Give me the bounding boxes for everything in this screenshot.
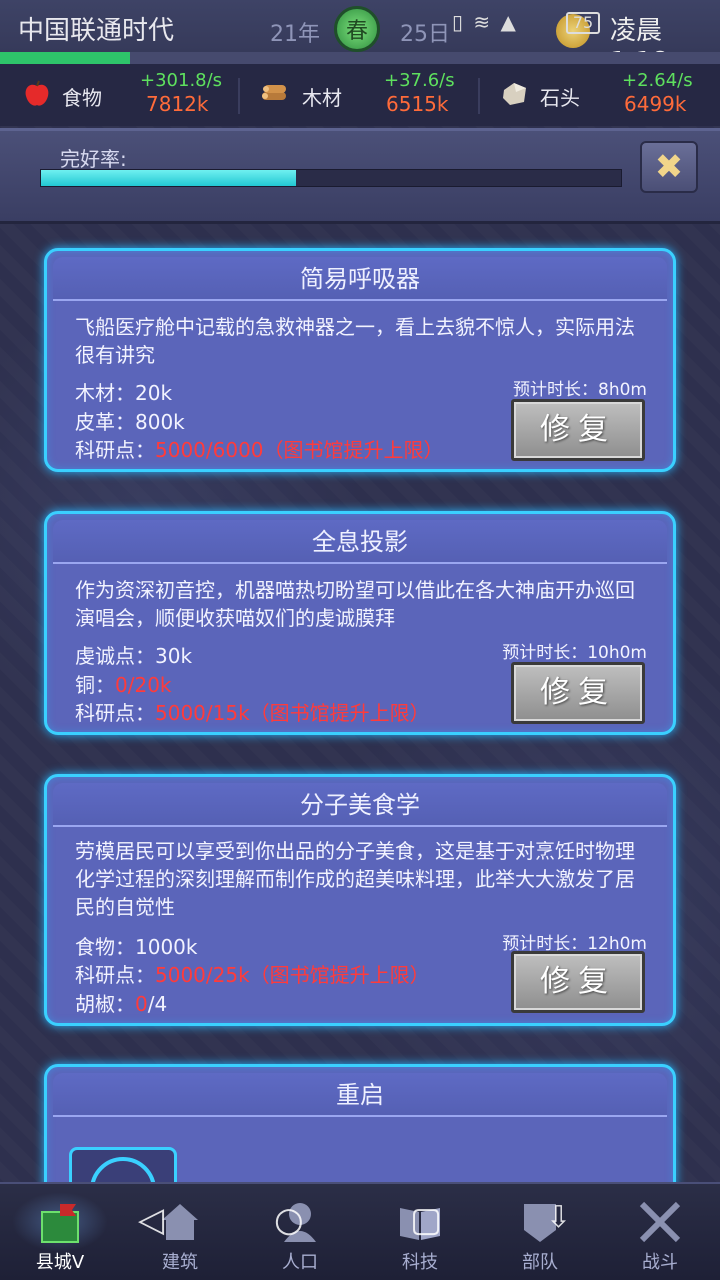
battle-icon bbox=[639, 1201, 681, 1243]
nav-label: 建筑 bbox=[162, 1252, 198, 1273]
integrity-fill bbox=[41, 170, 297, 186]
requirement-row: 科研点：5000/15k（图书馆提升上限） bbox=[75, 697, 430, 726]
recents-icon[interactable]: ▢ bbox=[410, 1200, 442, 1240]
status-bar: 中国联通时代 21年 春 25日 ▯ ≋ ▲ 75 凌晨1:18 bbox=[0, 0, 720, 77]
card-title: 重启 bbox=[53, 1073, 667, 1117]
game-progress-bar bbox=[0, 52, 720, 64]
nav-label: 部队 bbox=[522, 1252, 558, 1273]
resource-food: 食物 +301.8/s 7812k bbox=[0, 64, 240, 126]
resource-amount: 6515k bbox=[386, 92, 449, 116]
resource-wood: 木材 +37.6/s 6515k bbox=[240, 64, 480, 126]
close-button[interactable]: ✖ bbox=[640, 141, 698, 193]
signal-icons: ▯ ≋ ▲ bbox=[452, 10, 518, 34]
repair-card: 分子美食学 劳模居民可以享受到你出品的分子美食，这是基于对烹饪时物理化学过程的深… bbox=[44, 774, 676, 1026]
req-value: /4 bbox=[147, 992, 168, 1016]
repair-card: 简易呼吸器 飞船医疗舱中记载的急救神器之一，看上去貌不惊人，实际用法很有讲究 木… bbox=[44, 248, 676, 472]
requirement-row: 胡椒：0/4 bbox=[75, 988, 167, 1017]
card-title: 简易呼吸器 bbox=[53, 257, 667, 301]
bottom-navigation: 县城V 建筑 人口 科技 部队 战斗 bbox=[0, 1182, 720, 1280]
req-value: 800k bbox=[135, 410, 185, 434]
req-label: 科研点： bbox=[75, 701, 155, 725]
nav-label: 战斗 bbox=[642, 1252, 678, 1273]
req-value: 30k bbox=[155, 644, 193, 668]
repair-button[interactable]: 修复 bbox=[511, 662, 645, 724]
duration-label: 预计时长：8h0m bbox=[513, 380, 647, 400]
back-icon[interactable]: ◁ bbox=[138, 1200, 164, 1240]
requirement-row: 食物：1000k bbox=[75, 931, 197, 960]
close-icon: ✖ bbox=[654, 147, 684, 187]
nav-item-town[interactable]: 县城V bbox=[0, 1184, 120, 1280]
game-year: 21年 bbox=[270, 22, 320, 47]
resource-bar: 食物 +301.8/s 7812k 木材 +37.6/s 6515k 石头 +2… bbox=[0, 64, 720, 126]
integrity-bar bbox=[40, 169, 622, 187]
requirement-row: 科研点：5000/6000（图书馆提升上限） bbox=[75, 434, 444, 463]
nav-label: 人口 bbox=[282, 1252, 318, 1273]
requirement-row: 皮革：800k bbox=[75, 406, 185, 435]
requirement-row: 木材：20k bbox=[75, 377, 172, 406]
game-day: 25日 bbox=[400, 22, 450, 47]
req-label: 科研点： bbox=[75, 438, 155, 462]
repair-button[interactable]: 修复 bbox=[511, 951, 645, 1013]
req-value: 1000k bbox=[135, 935, 198, 959]
card-title: 分子美食学 bbox=[53, 783, 667, 827]
home-icon[interactable]: ○ bbox=[274, 1200, 304, 1240]
season-badge[interactable]: 春 bbox=[334, 6, 380, 52]
card-description: 作为资深初音控，机器喵热切盼望可以借此在各大神庙开办巡回演唱会，顺便收获喵奴们的… bbox=[75, 578, 635, 630]
card-description: 劳模居民可以享受到你出品的分子美食，这是基于对烹饪时物理化学过程的深刻理解而制作… bbox=[75, 839, 635, 919]
req-label: 胡椒： bbox=[75, 992, 135, 1016]
wood-icon bbox=[262, 85, 286, 100]
req-label: 铜： bbox=[75, 673, 115, 697]
resource-label: 食物 bbox=[62, 86, 102, 110]
req-label: 皮革： bbox=[75, 410, 135, 434]
battery-icon: 75 bbox=[566, 12, 600, 34]
requirement-row: 科研点：5000/25k（图书馆提升上限） bbox=[75, 959, 430, 988]
req-value-insufficient: 5000/25k bbox=[155, 963, 250, 987]
req-value-insufficient: 0/20k bbox=[115, 673, 172, 697]
apple-icon bbox=[25, 80, 49, 106]
req-label: 虔诚点： bbox=[75, 644, 155, 668]
requirement-row: 虔诚点：30k bbox=[75, 640, 192, 669]
resource-stone: 石头 +2.64/s 6499k bbox=[480, 64, 720, 126]
duration-label: 预计时长：10h0m bbox=[502, 643, 647, 663]
game-progress-fill bbox=[0, 52, 130, 64]
req-hint: （图书馆提升上限） bbox=[263, 438, 444, 462]
req-value: 20k bbox=[135, 381, 173, 405]
req-label: 科研点： bbox=[75, 963, 155, 987]
resource-amount: 6499k bbox=[624, 92, 687, 116]
nav-item-battle[interactable]: 战斗 bbox=[600, 1184, 720, 1280]
card-description: 飞船医疗舱中记载的急救神器之一，看上去貌不惊人，实际用法很有讲究 bbox=[75, 315, 635, 367]
resource-amount: 7812k bbox=[146, 92, 209, 116]
resource-label: 木材 bbox=[302, 86, 342, 110]
req-hint: （图书馆提升上限） bbox=[249, 701, 430, 725]
req-value-insufficient: 0 bbox=[135, 992, 148, 1016]
requirement-row: 铜：0/20k bbox=[75, 669, 172, 698]
integrity-label: 完好率: bbox=[60, 147, 127, 171]
req-label: 木材： bbox=[75, 381, 135, 405]
resource-rate: +301.8/s bbox=[140, 70, 223, 91]
stone-icon bbox=[503, 83, 526, 105]
nav-toggle-icon[interactable]: ⇩ bbox=[546, 1200, 571, 1235]
nav-item-army[interactable]: 部队 bbox=[480, 1184, 600, 1280]
nav-label: 县城V bbox=[35, 1252, 85, 1273]
req-hint: （图书馆提升上限） bbox=[249, 963, 430, 987]
req-value-insufficient: 5000/6000 bbox=[155, 438, 264, 462]
card-title: 全息投影 bbox=[53, 520, 667, 564]
town-icon bbox=[41, 1204, 79, 1243]
req-label: 食物： bbox=[75, 935, 135, 959]
repair-button[interactable]: 修复 bbox=[511, 399, 645, 461]
carrier-title: 中国联通时代 bbox=[18, 16, 175, 46]
nav-label: 科技 bbox=[402, 1252, 438, 1273]
integrity-panel: 完好率: ✖ bbox=[0, 128, 720, 224]
resource-rate: +2.64/s bbox=[622, 70, 693, 91]
resource-label: 石头 bbox=[540, 86, 580, 110]
repair-card: 全息投影 作为资深初音控，机器喵热切盼望可以借此在各大神庙开办巡回演唱会，顺便收… bbox=[44, 511, 676, 735]
resource-rate: +37.6/s bbox=[384, 70, 455, 91]
req-value-insufficient: 5000/15k bbox=[155, 701, 250, 725]
